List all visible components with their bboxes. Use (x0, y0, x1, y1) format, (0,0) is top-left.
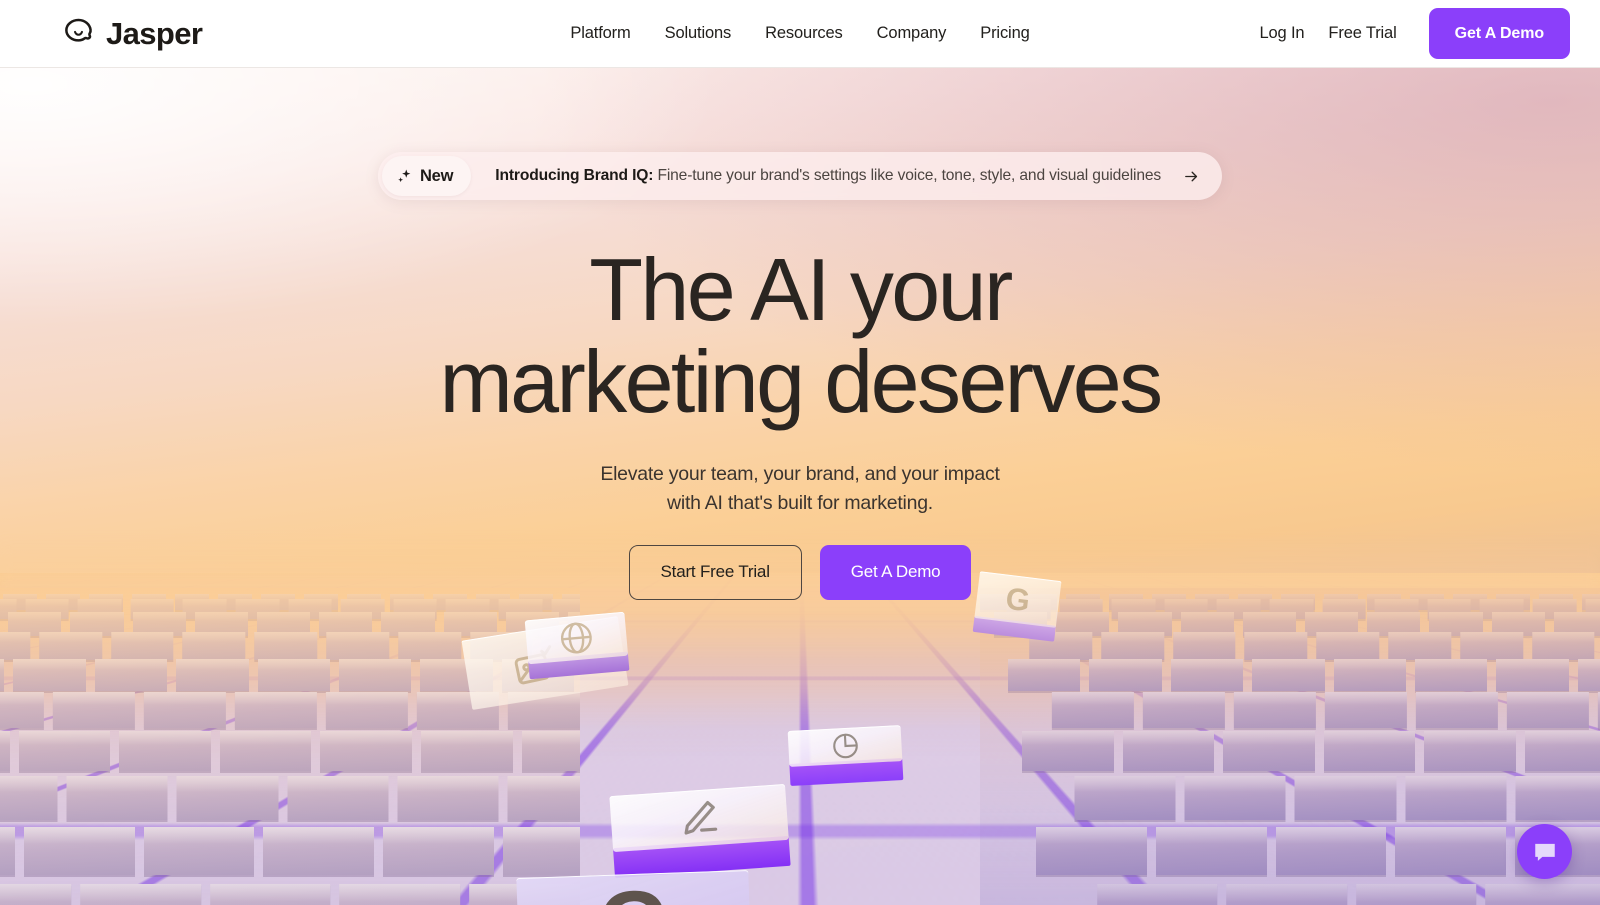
jasper-landing-page: G G (0, 0, 1600, 905)
pie-chart-icon (829, 730, 861, 762)
nav-item-solutions[interactable]: Solutions (665, 24, 732, 43)
floating-tile-globe (525, 612, 630, 678)
pencil-edit-icon (672, 795, 727, 841)
chat-bubble-icon (1532, 839, 1558, 865)
hero-section: G G (0, 68, 1600, 905)
arrow-right-icon[interactable] (1183, 168, 1200, 185)
header-actions: Log In Free Trial Get A Demo (1247, 8, 1570, 59)
new-badge-label: New (420, 167, 453, 186)
login-link[interactable]: Log In (1247, 24, 1316, 43)
nav-item-resources[interactable]: Resources (765, 24, 843, 43)
announcement-banner[interactable]: New Introducing Brand IQ: Fine-tune your… (378, 152, 1222, 200)
google-g-icon: G (597, 876, 672, 905)
sparkle-icon (396, 168, 413, 185)
chat-widget-button[interactable] (1517, 824, 1572, 879)
banner-body: Fine-tune your brand's settings like voi… (657, 167, 1161, 184)
banner-title: Introducing Brand IQ: (495, 167, 653, 184)
header-get-a-demo-button[interactable]: Get A Demo (1429, 8, 1570, 59)
floating-tile-analytics (788, 725, 904, 786)
globe-icon (556, 617, 597, 658)
nav-item-platform[interactable]: Platform (570, 24, 630, 43)
hero-cta-row: Start Free Trial Get A Demo (0, 545, 1600, 600)
get-a-demo-button[interactable]: Get A Demo (820, 545, 972, 600)
nav-item-company[interactable]: Company (877, 24, 947, 43)
floating-tile-editor (609, 784, 790, 878)
free-trial-link[interactable]: Free Trial (1316, 24, 1408, 43)
nav-item-pricing[interactable]: Pricing (980, 24, 1029, 43)
new-badge: New (382, 156, 471, 196)
start-free-trial-button[interactable]: Start Free Trial (629, 545, 802, 600)
site-header: Jasper Platform Solutions Resources Comp… (0, 0, 1600, 68)
banner-message: Introducing Brand IQ: Fine-tune your bra… (495, 167, 1161, 185)
